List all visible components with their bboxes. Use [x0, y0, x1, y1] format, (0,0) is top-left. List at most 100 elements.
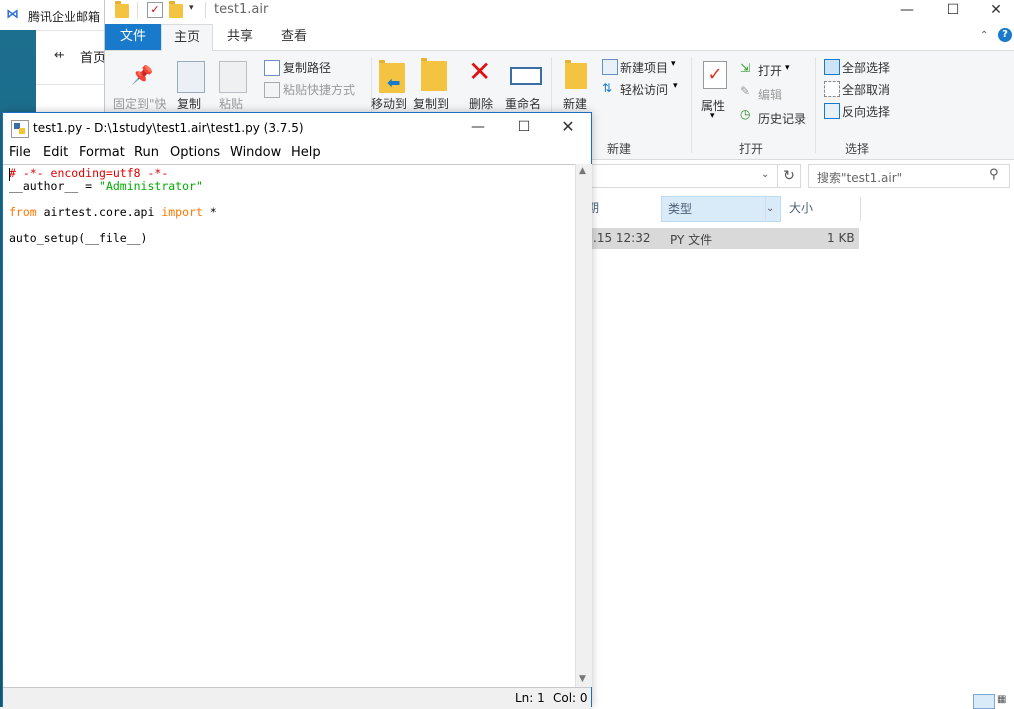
- tab-file[interactable]: 文件: [105, 24, 161, 50]
- menu-run[interactable]: Run: [134, 145, 159, 160]
- column-header-type[interactable]: 类型 ⌄: [661, 196, 781, 222]
- ribbon-tabs: 文件 主页 共享 查看 ⌃ ?: [105, 24, 1014, 51]
- menu-window[interactable]: Window: [230, 145, 281, 160]
- new-item-dropdown-icon[interactable]: ▾: [671, 59, 676, 69]
- file-date: .15 12:32: [593, 231, 651, 245]
- move-arrow-icon: ⬅: [387, 73, 401, 92]
- select-none-button[interactable]: 全部取消: [842, 81, 890, 98]
- qat-divider: [137, 2, 138, 18]
- menu-edit[interactable]: Edit: [43, 145, 68, 160]
- comment-token: # -*- encoding=utf8 -*-: [9, 166, 169, 180]
- code-token: __author__ =: [9, 179, 100, 193]
- column-size-label[interactable]: 大小: [789, 196, 813, 222]
- search-icon[interactable]: ⚲: [989, 167, 999, 182]
- menu-help[interactable]: Help: [291, 145, 321, 160]
- select-all-icon: [824, 59, 840, 75]
- status-bar: Ln: 1 Col: 0: [3, 687, 591, 709]
- collapse-ribbon-icon[interactable]: ⌃: [980, 30, 988, 41]
- easy-access-dropdown-icon[interactable]: ▾: [673, 81, 678, 91]
- address-dropdown-icon[interactable]: ⌄: [761, 169, 769, 180]
- column-divider: [765, 197, 766, 221]
- properties-check-icon[interactable]: ✓: [147, 2, 163, 18]
- large-icons-view-icon[interactable]: ▦: [997, 694, 1011, 707]
- file-type: PY 文件: [670, 233, 713, 247]
- delete-icon: ✕: [468, 55, 492, 88]
- select-all-button[interactable]: 全部选择: [842, 59, 890, 76]
- tab-share[interactable]: 共享: [215, 24, 265, 50]
- open-button[interactable]: 打开: [758, 62, 782, 79]
- minimize-icon[interactable]: —: [884, 0, 930, 22]
- copy-path-icon: [264, 60, 280, 76]
- paste-shortcut-button[interactable]: 粘贴快捷方式: [283, 81, 355, 98]
- copy-button[interactable]: 复制: [177, 95, 201, 112]
- address-bar[interactable]: ⌄: [580, 164, 778, 188]
- copy-path-button[interactable]: 复制路径: [283, 59, 331, 76]
- idle-editor-window: test1.py - D:\1study\test1.air\test1.py …: [2, 112, 592, 709]
- scroll-down-icon[interactable]: ▼: [579, 674, 586, 684]
- tab-view[interactable]: 查看: [269, 24, 319, 50]
- new-item-button[interactable]: 新建项目: [620, 59, 668, 76]
- vertical-scrollbar[interactable]: ▲ ▼: [575, 164, 592, 687]
- qat-dropdown-icon[interactable]: ▾: [189, 3, 194, 13]
- maximize-icon[interactable]: ☐: [930, 0, 976, 22]
- help-icon[interactable]: ?: [998, 28, 1012, 42]
- rename-button[interactable]: 重命名: [505, 95, 541, 112]
- mail-menu-icon[interactable]: ⇷: [54, 48, 65, 63]
- refresh-icon[interactable]: ↻: [777, 164, 801, 188]
- paste-icon: [219, 61, 247, 93]
- search-box[interactable]: 搜索"test1.air" ⚲: [808, 164, 1010, 188]
- select-none-icon: [824, 81, 840, 97]
- menu-format[interactable]: Format: [79, 145, 125, 160]
- mail-logo-icon: ⋈: [6, 7, 19, 22]
- history-icon: ◷: [740, 107, 751, 121]
- select-group-label: 选择: [845, 142, 870, 156]
- idle-minimize-icon[interactable]: —: [455, 117, 501, 139]
- menu-file[interactable]: File: [9, 145, 31, 160]
- open-icon: ⇲: [740, 61, 751, 75]
- paste-button[interactable]: 粘贴: [219, 95, 243, 112]
- mail-divider: [36, 84, 104, 85]
- properties-dropdown-icon[interactable]: ▾: [710, 111, 715, 121]
- open-dropdown-icon[interactable]: ▾: [785, 63, 790, 73]
- new-folder-button[interactable]: 新建: [563, 95, 587, 112]
- easy-access-icon: ⇅: [602, 81, 613, 95]
- history-button[interactable]: 历史记录: [758, 110, 806, 127]
- search-placeholder: 搜索"test1.air": [817, 171, 903, 185]
- invert-selection-button[interactable]: 反向选择: [842, 103, 890, 120]
- copy-to-button[interactable]: 复制到: [413, 95, 449, 112]
- idle-titlebar: test1.py - D:\1study\test1.air\test1.py …: [3, 113, 591, 143]
- file-size: 1 KB: [827, 231, 855, 245]
- paste-shortcut-icon: [264, 82, 280, 98]
- column-type-dropdown-icon[interactable]: ⌄: [766, 197, 774, 221]
- delete-button[interactable]: 删除: [469, 95, 493, 112]
- idle-title: test1.py - D:\1study\test1.air\test1.py …: [33, 121, 304, 135]
- text-cursor: [9, 168, 10, 181]
- python-file-icon: [11, 120, 29, 138]
- file-row[interactable]: .15 12:32 PY 文件 1 KB: [579, 228, 859, 249]
- qat-divider: [205, 2, 206, 18]
- group-divider: [815, 57, 816, 153]
- idle-close-icon[interactable]: ✕: [545, 117, 591, 139]
- move-to-button[interactable]: 移动到: [371, 95, 407, 112]
- pin-icon[interactable]: 📌: [131, 65, 153, 86]
- copy-icon: [177, 61, 205, 93]
- tab-home[interactable]: 主页: [161, 24, 213, 51]
- idle-maximize-icon[interactable]: ☐: [501, 117, 547, 139]
- pin-to-quick-access[interactable]: 固定到"快: [113, 95, 167, 112]
- code-token: airtest.core.api: [36, 205, 162, 219]
- keyword-token: from: [9, 205, 37, 219]
- menu-options[interactable]: Options: [170, 145, 220, 160]
- quick-access-toolbar: ✓ ▾ test1.air — ☐ ✕: [105, 0, 1014, 22]
- mail-home-tab[interactable]: 首页: [80, 47, 106, 66]
- new-folder-icon[interactable]: [169, 1, 183, 18]
- column-number: Col: 0: [553, 691, 588, 705]
- scroll-up-icon[interactable]: ▲: [579, 166, 586, 176]
- line-number: Ln: 1: [515, 691, 545, 705]
- column-divider: [860, 197, 861, 221]
- folder-icon: [115, 1, 129, 18]
- code-editor[interactable]: # -*- encoding=utf8 -*- __author__ = "Ad…: [3, 164, 575, 688]
- code-token: auto_setup(__file__): [9, 231, 148, 245]
- edit-button[interactable]: 编辑: [758, 86, 782, 103]
- close-icon[interactable]: ✕: [976, 0, 1014, 22]
- easy-access-button[interactable]: 轻松访问: [620, 81, 668, 98]
